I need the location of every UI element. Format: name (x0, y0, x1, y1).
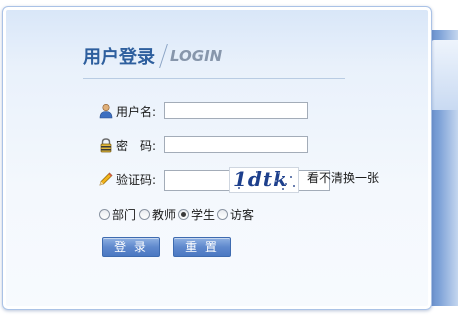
role-label-visitor: 访客 (230, 208, 255, 222)
login-button[interactable]: 登 录 (102, 237, 160, 257)
role-label-teacher: 教师 (152, 208, 177, 222)
reset-button[interactable]: 重 置 (173, 237, 231, 257)
username-input[interactable] (164, 102, 308, 119)
role-label-student: 学生 (191, 208, 216, 222)
role-option-teacher[interactable]: 教师 (139, 207, 179, 223)
pencil-icon (98, 171, 114, 187)
role-radio-department[interactable] (99, 209, 110, 220)
title-underline (83, 78, 345, 79)
captcha-image-text: 1dtk (233, 167, 288, 191)
password-input[interactable] (164, 136, 308, 153)
title-separator (159, 44, 168, 68)
captcha-label: 验证码: (116, 173, 157, 187)
role-option-department[interactable]: 部门 (99, 207, 139, 223)
captcha-image[interactable]: 1dtk (229, 167, 299, 193)
role-option-visitor[interactable]: 访客 (217, 207, 257, 223)
role-radio-visitor[interactable] (217, 209, 228, 220)
role-radio-student[interactable] (178, 209, 189, 220)
user-icon (98, 103, 114, 119)
password-label: 密 码: (116, 139, 157, 153)
lock-icon (98, 137, 114, 153)
title-chinese: 用户登录 (83, 47, 155, 68)
role-label-department: 部门 (112, 208, 137, 222)
role-radio-teacher[interactable] (139, 209, 150, 220)
side-panel-highlight (431, 40, 458, 110)
username-label: 用户名: (116, 105, 157, 119)
login-title: 用户登录 LOGIN (83, 43, 223, 68)
role-option-student[interactable]: 学生 (178, 207, 218, 223)
title-english: LOGIN (170, 47, 223, 65)
captcha-refresh-link[interactable]: 看不清换一张 (307, 170, 379, 186)
